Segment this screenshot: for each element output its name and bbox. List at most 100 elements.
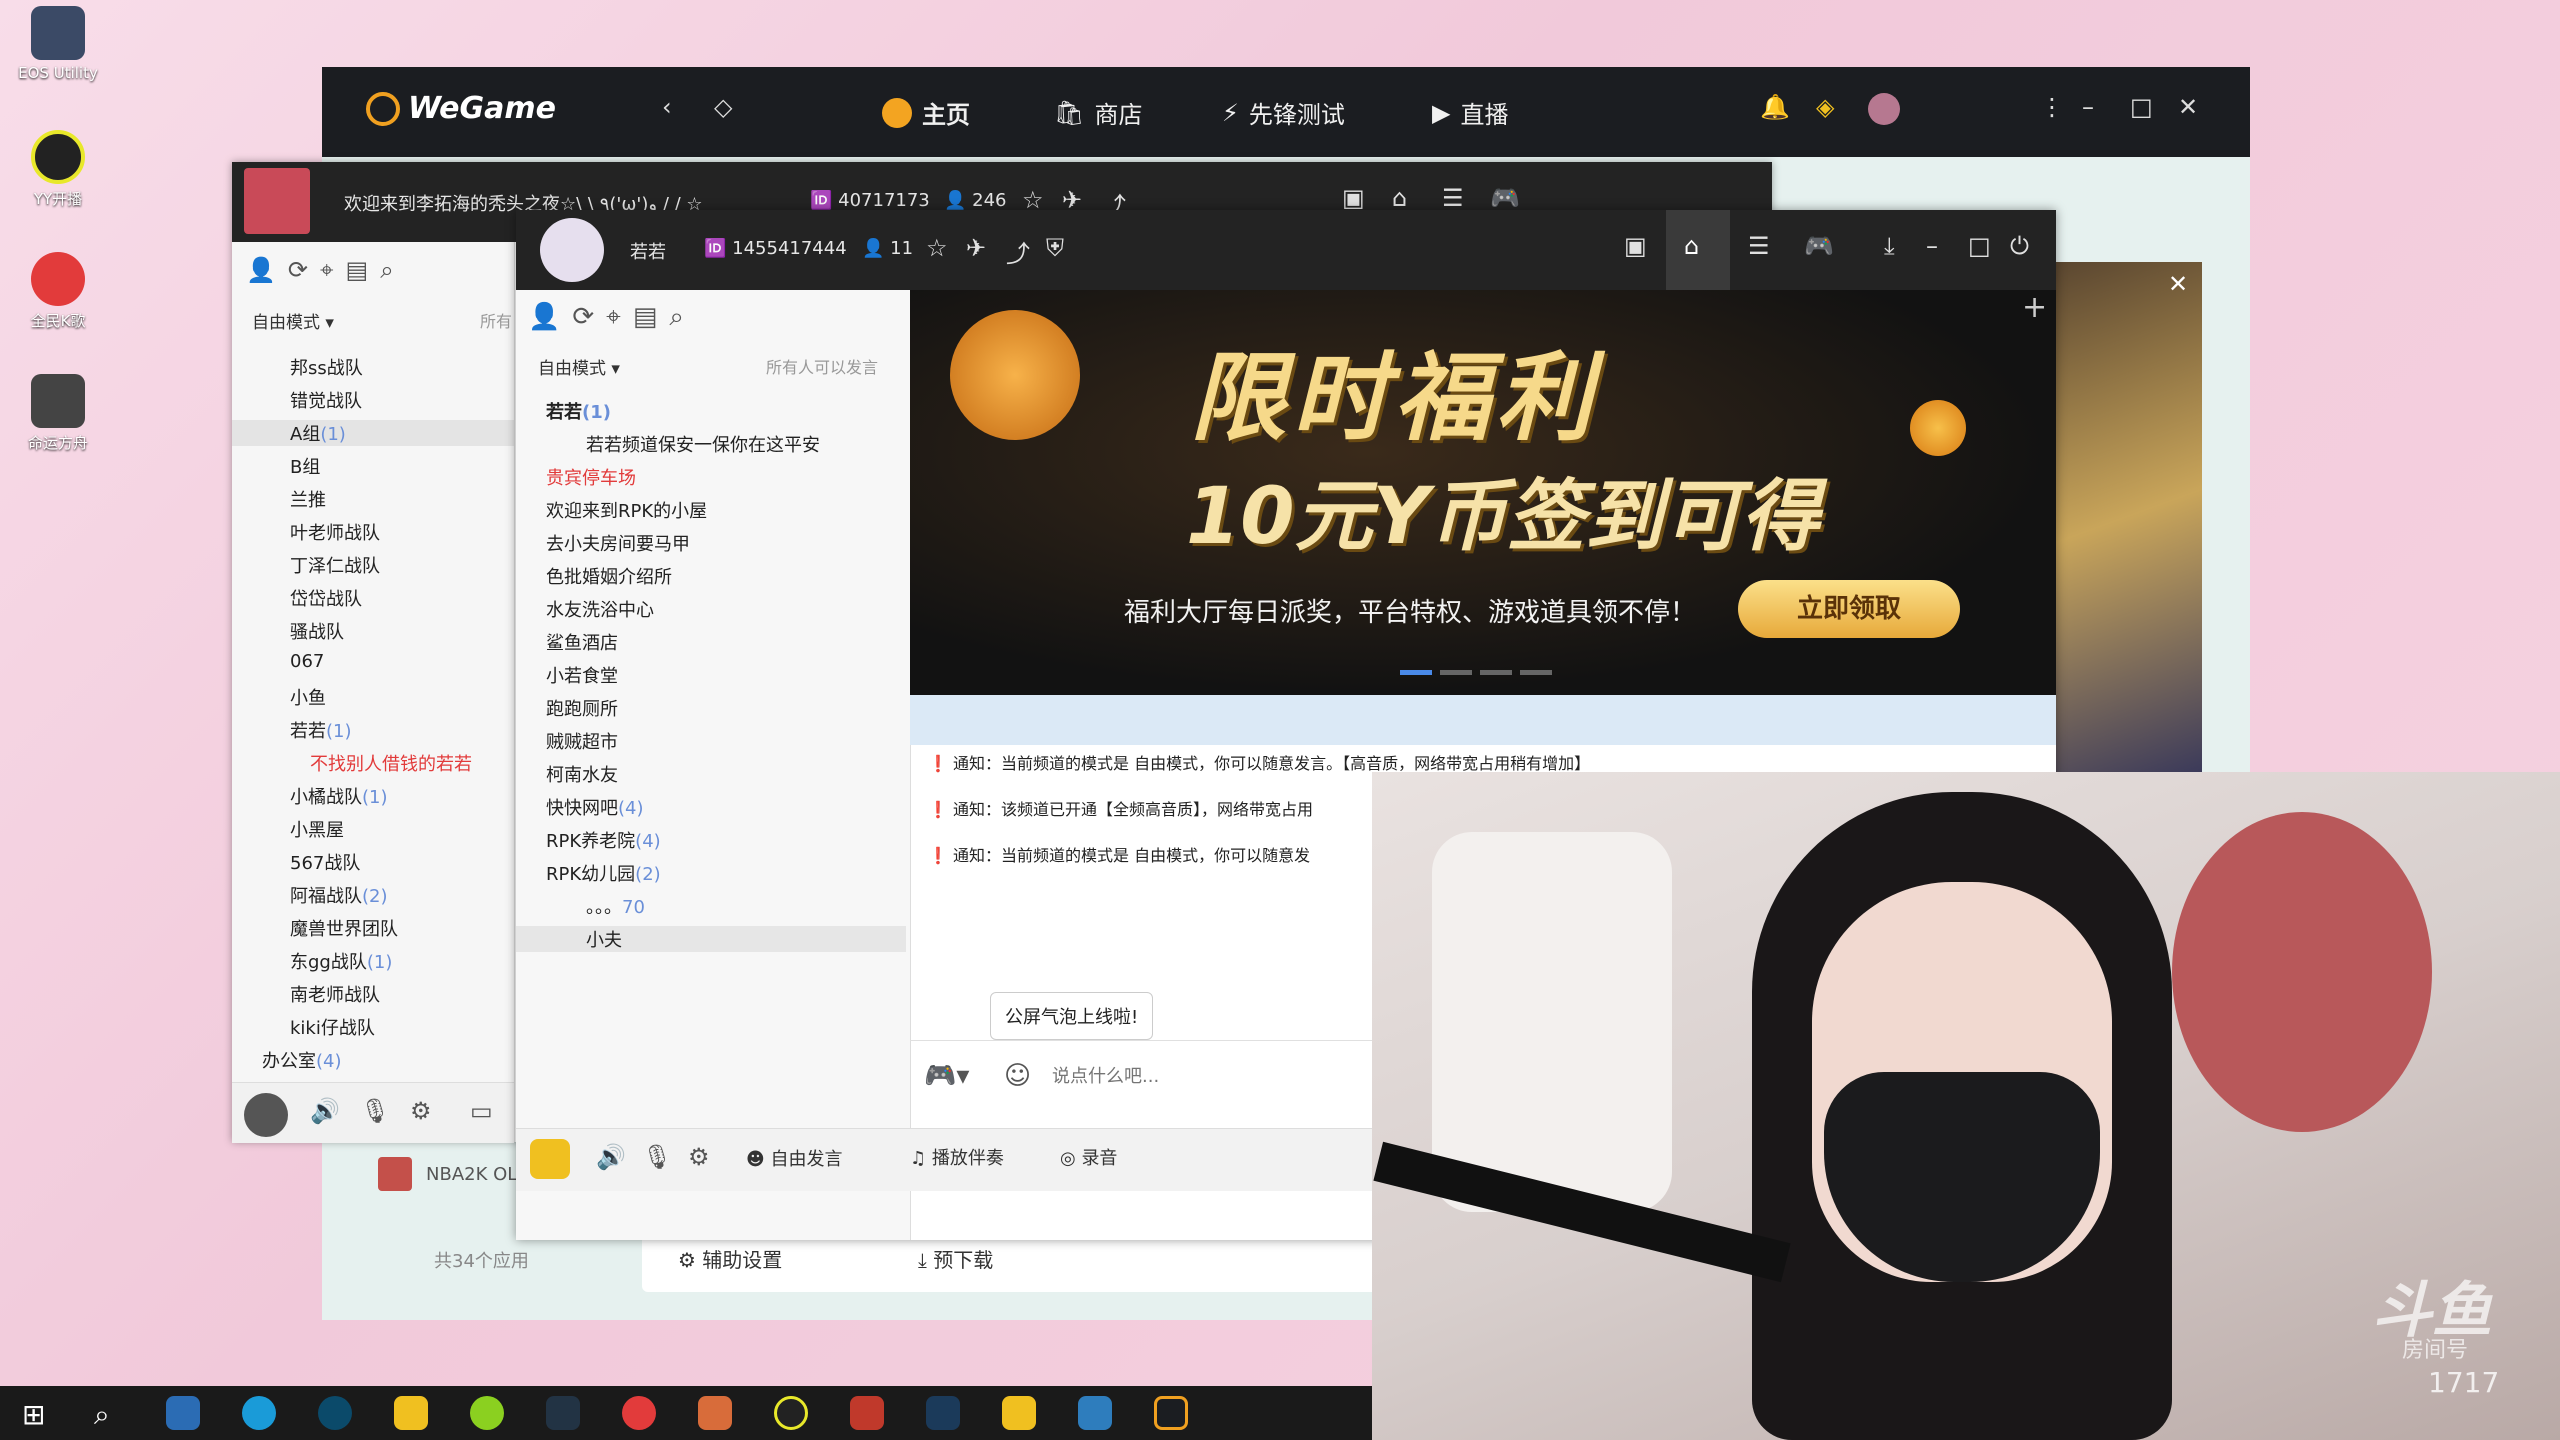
mode-dropdown[interactable]: 自由模式 ▾ [252,308,334,333]
download-icon[interactable]: ⤓ [1884,232,1895,260]
location-icon[interactable]: ⌖ [606,302,633,332]
tree-item[interactable]: A组(1) [232,420,514,446]
avatar[interactable] [1868,93,1900,125]
chat-input[interactable] [1050,1057,1374,1095]
tree-item[interactable]: 南老师战队 [290,981,380,1007]
app-icon[interactable] [470,1396,504,1430]
tree-item[interactable]: 小橘战队(1) [290,783,388,809]
promo-banner[interactable]: 限时福利 10元Y币签到可得 福利大厅每日派奖，平台特权、游戏道具领不停！ 立即… [910,290,2056,695]
tree-item[interactable]: B组 [290,453,320,479]
sidebar-game-item[interactable]: NBA2K OL [378,1157,517,1191]
app-icon[interactable] [1078,1396,1112,1430]
list-icon[interactable]: ☰ [1748,232,1770,260]
video-icon[interactable]: ▣ [1342,184,1365,212]
pager-dot[interactable] [1520,670,1552,675]
gamepad-icon[interactable]: 🎮 [1804,232,1834,260]
refresh-icon[interactable]: ⟳ [572,302,606,332]
tree-item[interactable]: 小黑屋 [290,816,344,842]
channel-item[interactable]: 小若食堂 [546,662,618,688]
notification-icon[interactable]: 🔔 [1760,93,1790,121]
desktop-icon-karaoke[interactable]: 全民K歌 [8,252,108,331]
tree-item[interactable]: 岱岱战队 [290,585,362,611]
refresh-icon[interactable]: ⟳ [288,256,320,284]
channel-item[interactable]: RPK幼儿园(2) [546,860,661,886]
tree-item[interactable]: 叶老师战队 [290,519,380,545]
search-icon[interactable]: ⌕ [669,302,696,332]
minimize-icon[interactable]: – [1926,232,1938,260]
netease-music-icon[interactable] [622,1396,656,1430]
close-icon[interactable]: ✕ [2178,93,2198,121]
channel-item[interactable]: 快快网吧(4) [546,794,644,820]
back-icon[interactable]: ‹ [662,93,672,121]
mic-icon[interactable]: 🎙 [642,1143,672,1171]
channel-item[interactable]: RPK养老院(4) [546,827,661,853]
tab-live[interactable]: ▶ 直播 [1432,95,1508,130]
user-icon[interactable]: 👤 [246,256,288,284]
location-icon[interactable]: ⌖ [320,256,346,284]
record-button[interactable]: ◎ 录音 [1060,1144,1117,1170]
gamepad-icon[interactable]: 🎮 [1490,184,1520,212]
speaker-icon[interactable]: 🔊 [310,1097,340,1125]
tree-item[interactable]: 567战队 [290,849,360,875]
avatar[interactable] [244,1093,288,1137]
channel-item[interactable]: 去小夫房间要马甲 [546,530,690,556]
yy-icon[interactable] [1002,1396,1036,1430]
channel-item[interactable]: 若若(1) [546,398,611,424]
maximize-icon[interactable]: □ [2130,93,2153,121]
app-icon[interactable] [318,1396,352,1430]
share-icon[interactable]: ⤴ [1006,234,1030,269]
channel-item[interactable]: 若若频道保安一保你在这平安 [586,431,820,457]
terminal-icon[interactable] [546,1396,580,1430]
tree-item[interactable]: 小鱼 [290,684,326,710]
tree-item[interactable]: 魔兽世界团队 [290,915,398,941]
desktop-icon-eos-utility[interactable]: EOS Utility [8,6,108,82]
shield-icon[interactable]: ⛨ [1046,234,1064,262]
app-icon[interactable] [926,1396,960,1430]
home-tab[interactable]: ⌂ [1666,210,1730,290]
user-icon[interactable]: 👤 [528,302,572,332]
forward-icon[interactable]: ◇ [714,93,732,121]
yy-icon[interactable] [394,1396,428,1430]
tree-item[interactable]: 邦ss战队 [290,354,363,380]
tab-home[interactable]: 主页 [882,95,970,130]
emoji-icon[interactable]: ☺ [1004,1061,1031,1091]
channel-item[interactable]: 小夫 [516,926,906,952]
windows-start-icon[interactable]: ⊞ [22,1398,45,1431]
pager-dot[interactable] [1440,670,1472,675]
tree-item[interactable]: 若若(1) [290,717,352,743]
tree-item[interactable]: kiki仔战队 [290,1014,375,1040]
mic-icon[interactable]: 🎙 [360,1097,390,1125]
tree-item[interactable]: 兰推 [290,486,326,512]
wegame-icon[interactable] [1154,1396,1188,1430]
search-icon[interactable]: ⌕ [94,1398,110,1432]
note-icon[interactable]: ▤ [346,256,381,284]
add-icon[interactable]: + [2022,290,2047,325]
plane-icon[interactable]: ✈ [966,234,986,262]
tree-item[interactable]: 丁泽仁战队 [290,552,380,578]
edge-icon[interactable] [242,1396,276,1430]
desktop-icon-lost-ark[interactable]: 命运方舟 [8,374,108,453]
pager-dot[interactable] [1480,670,1512,675]
free-speak-button[interactable]: ☻ 自由发言 [746,1145,843,1171]
note-icon[interactable]: ▤ [633,302,670,332]
channel-item[interactable]: 水友洗浴中心 [546,596,654,622]
claim-button[interactable]: 立即领取 [1738,580,1960,638]
channel-item[interactable]: 欢迎来到RPK的小屋 [546,497,707,523]
window-icon[interactable]: ▭ [470,1097,493,1125]
mixer-icon[interactable]: ⚙ [688,1143,710,1171]
app-icon[interactable] [850,1396,884,1430]
game-art-card[interactable]: ✕ [2052,262,2202,772]
karaoke-icon[interactable] [698,1396,732,1430]
speaker-icon[interactable]: 🔊 [596,1143,626,1171]
tree-item[interactable]: 不找别人借钱的若若 [310,750,472,776]
video-icon[interactable]: ▣ [1624,232,1647,260]
coin-icon[interactable]: ◈ [1816,93,1834,121]
channel-item[interactable]: 柯南水友 [546,761,618,787]
yy-avatar-icon[interactable] [530,1139,570,1179]
pager-dot[interactable] [1400,670,1432,675]
gamepad-icon[interactable]: 🎮▾ [924,1061,969,1091]
minimize-icon[interactable]: – [2082,93,2094,121]
play-bgm-button[interactable]: ♫ 播放伴奏 [910,1144,1004,1170]
assist-settings-button[interactable]: ⚙ 辅助设置 [678,1244,782,1273]
channel-item[interactable]: 贵宾停车场 [546,464,636,490]
